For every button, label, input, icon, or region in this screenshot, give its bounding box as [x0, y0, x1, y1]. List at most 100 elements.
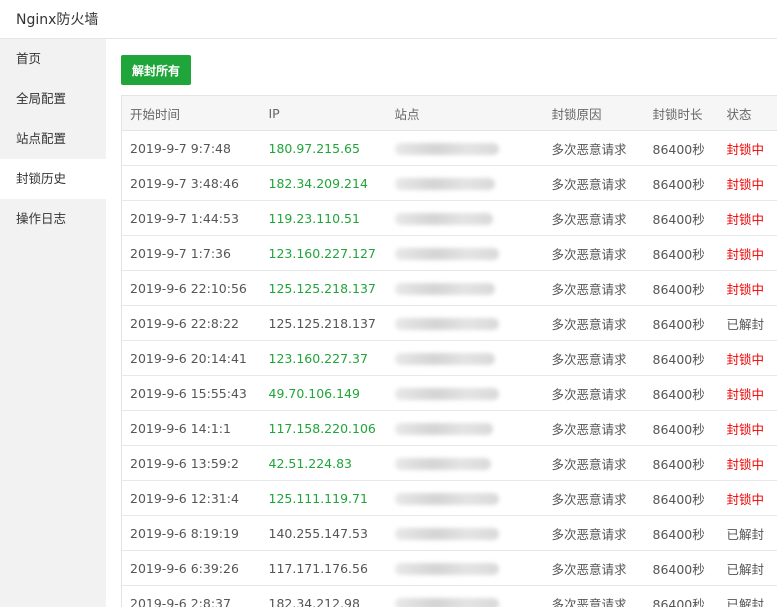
cell-status: 封锁中	[718, 480, 777, 516]
sidebar-item-label: 操作日志	[16, 211, 67, 226]
cell-reason: 多次恶意请求	[543, 480, 645, 516]
header-status[interactable]: 状态	[718, 95, 777, 131]
cell-start-time: 2019-9-6 22:8:22	[121, 305, 261, 341]
table-header-row: 开始时间 IP 站点 封锁原因 封锁时长 状态	[121, 95, 777, 131]
table-row: 2019-9-7 9:7:48 180.97.215.65 多次恶意请求 86400秒…	[121, 130, 777, 166]
cell-reason: 多次恶意请求	[543, 550, 645, 586]
cell-status: 封锁中	[718, 445, 777, 481]
cell-reason: 多次恶意请求	[543, 165, 645, 201]
sidebar-item-label: 封锁历史	[16, 171, 67, 186]
cell-start-time: 2019-9-6 8:19:19	[121, 515, 261, 551]
cell-start-time: 2019-9-7 3:48:46	[121, 165, 261, 201]
redacted-site	[394, 388, 499, 400]
cell-duration: 86400秒	[644, 130, 719, 166]
redacted-site	[394, 353, 495, 365]
table-row: 2019-9-6 14:1:1 117.158.220.106 多次恶意请求 8640…	[121, 410, 777, 446]
cell-status: 已解封	[718, 305, 777, 341]
header-start-time[interactable]: 开始时间	[121, 95, 261, 131]
cell-reason: 多次恶意请求	[543, 130, 645, 166]
app-title: Nginx防火墙	[16, 12, 99, 28]
sidebar-item-site-config[interactable]: 站点配置	[0, 119, 106, 159]
cell-start-time: 2019-9-6 2:8:37	[121, 585, 261, 607]
cell-site	[386, 445, 544, 481]
cell-duration: 86400秒	[644, 235, 719, 271]
redacted-site	[394, 143, 499, 155]
unblock-all-button[interactable]: 解封所有	[121, 55, 192, 85]
header-ip[interactable]: IP	[260, 95, 387, 131]
cell-status: 封锁中	[718, 375, 777, 411]
header-duration[interactable]: 封锁时长	[644, 95, 719, 131]
cell-reason: 多次恶意请求	[543, 410, 645, 446]
sidebar-item-block-history[interactable]: 封锁历史	[0, 159, 106, 199]
redacted-site	[394, 528, 499, 540]
cell-site	[386, 235, 544, 271]
cell-duration: 86400秒	[644, 200, 719, 236]
cell-status: 封锁中	[718, 270, 777, 306]
table-row: 2019-9-7 1:7:36 123.160.227.127 多次恶意请求 8640…	[121, 235, 777, 271]
cell-ip: 182.34.209.214	[260, 165, 387, 201]
cell-ip: 49.70.106.149	[260, 375, 387, 411]
redacted-site	[394, 423, 493, 435]
cell-ip: 125.125.218.137	[260, 305, 387, 341]
cell-ip: 180.97.215.65	[260, 130, 387, 166]
cell-duration: 86400秒	[644, 375, 719, 411]
cell-reason: 多次恶意请求	[543, 445, 645, 481]
cell-site	[386, 410, 544, 446]
cell-ip: 125.111.119.71	[260, 480, 387, 516]
table-row: 2019-9-6 15:55:43 49.70.106.149 多次恶意请求 8640…	[121, 375, 777, 411]
table-row: 2019-9-6 12:31:4 125.111.119.71 多次恶意请求 8640…	[121, 480, 777, 516]
cell-status: 封锁中	[718, 235, 777, 271]
cell-duration: 86400秒	[644, 410, 719, 446]
cell-status: 已解封	[718, 585, 777, 607]
cell-ip: 182.34.212.98	[260, 585, 387, 607]
cell-duration: 86400秒	[644, 515, 719, 551]
cell-status: 封锁中	[718, 130, 777, 166]
cell-ip: 123.160.227.127	[260, 235, 387, 271]
cell-status: 封锁中	[718, 340, 777, 376]
cell-ip: 119.23.110.51	[260, 200, 387, 236]
cell-start-time: 2019-9-6 12:31:4	[121, 480, 261, 516]
cell-start-time: 2019-9-6 20:14:41	[121, 340, 261, 376]
table-row: 2019-9-6 13:59:2 42.51.224.83 多次恶意请求 86400秒…	[121, 445, 777, 481]
cell-start-time: 2019-9-6 15:55:43	[121, 375, 261, 411]
cell-start-time: 2019-9-6 22:10:56	[121, 270, 261, 306]
header-reason[interactable]: 封锁原因	[543, 95, 645, 131]
cell-site	[386, 130, 544, 166]
table-row: 2019-9-6 20:14:41 123.160.227.37 多次恶意请求 864…	[121, 340, 777, 376]
cell-site	[386, 550, 544, 586]
cell-site	[386, 270, 544, 306]
redacted-site	[394, 213, 493, 225]
cell-site	[386, 480, 544, 516]
cell-status: 已解封	[718, 515, 777, 551]
table-row: 2019-9-6 8:19:19 140.255.147.53 多次恶意请求 8640…	[121, 515, 777, 551]
cell-reason: 多次恶意请求	[543, 585, 645, 607]
cell-ip: 140.255.147.53	[260, 515, 387, 551]
cell-reason: 多次恶意请求	[543, 305, 645, 341]
redacted-site	[394, 283, 495, 295]
sidebar-item-global-config[interactable]: 全局配置	[0, 79, 106, 119]
sidebar-item-operation-log[interactable]: 操作日志	[0, 199, 106, 239]
cell-reason: 多次恶意请求	[543, 515, 645, 551]
cell-reason: 多次恶意请求	[543, 375, 645, 411]
cell-reason: 多次恶意请求	[543, 200, 645, 236]
main-content: 解封所有 开始时间 IP 站点 封锁原因 封锁时长 状态 2019-9-7 9:…	[106, 39, 777, 607]
redacted-site	[394, 493, 499, 505]
redacted-site	[394, 318, 499, 330]
app-title-bar: Nginx防火墙	[0, 0, 777, 39]
table-row: 2019-9-6 6:39:26 117.171.176.56 多次恶意请求 8640…	[121, 550, 777, 586]
cell-reason: 多次恶意请求	[543, 235, 645, 271]
header-site[interactable]: 站点	[386, 95, 544, 131]
sidebar-item-label: 站点配置	[16, 131, 67, 146]
block-history-table: 开始时间 IP 站点 封锁原因 封锁时长 状态 2019-9-7 9:7:48 1…	[121, 95, 777, 607]
cell-reason: 多次恶意请求	[543, 270, 645, 306]
redacted-site	[394, 248, 499, 260]
sidebar-item-home[interactable]: 首页	[0, 39, 106, 79]
cell-start-time: 2019-9-7 1:7:36	[121, 235, 261, 271]
cell-duration: 86400秒	[644, 480, 719, 516]
redacted-site	[394, 563, 499, 575]
cell-start-time: 2019-9-6 6:39:26	[121, 550, 261, 586]
cell-duration: 86400秒	[644, 340, 719, 376]
cell-status: 已解封	[718, 550, 777, 586]
table-row: 2019-9-7 3:48:46 182.34.209.214 多次恶意请求 8640…	[121, 165, 777, 201]
sidebar-item-label: 首页	[16, 51, 42, 66]
